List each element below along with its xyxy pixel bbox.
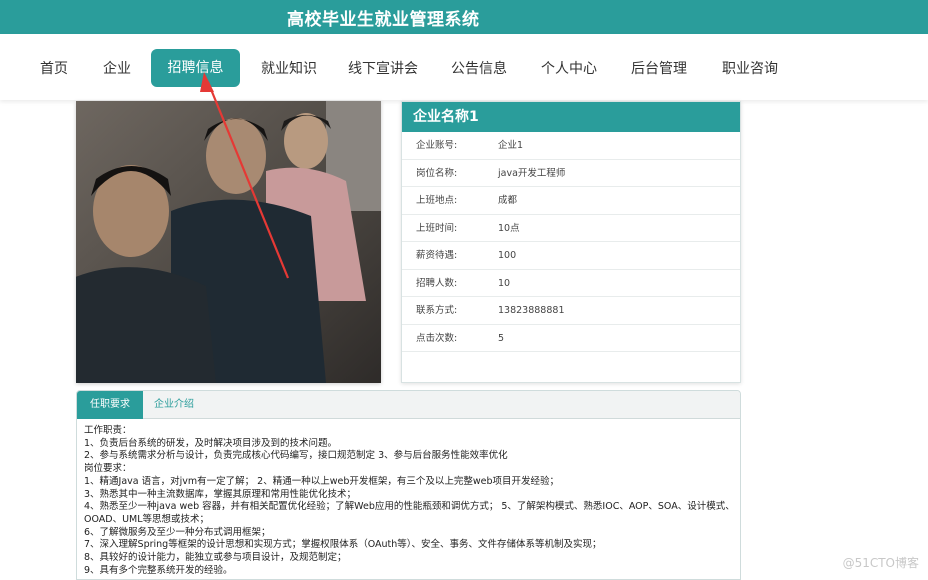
app-title: 高校毕业生就业管理系统 — [287, 10, 480, 30]
company-name: 企业名称1 — [402, 102, 740, 132]
requirement-line: OOAD、UML等思想或技术； — [84, 513, 210, 525]
nav-item-career-consulting[interactable]: 职业咨询 — [722, 58, 778, 78]
nav-item-offline-talk[interactable]: 线下宣讲会 — [348, 58, 418, 78]
requirements-content: 工作职责： 1、负责后台系统的研发，及时解决项目涉及到的技术问题。 2、参与系统… — [77, 419, 740, 579]
info-value: 10点 — [498, 222, 520, 234]
nav-item-employment-knowledge[interactable]: 就业知识 — [261, 58, 317, 78]
requirement-line: 3、熟悉其中一种主流数据库，掌握其原理和常用性能优化技术； — [84, 488, 357, 500]
info-value: 成都 — [498, 195, 518, 206]
info-row-clicks: 点击次数: 5 — [402, 325, 740, 352]
info-label: 上班地点: — [416, 195, 458, 206]
requirement-line: 6、了解微服务及至少一种分布式调用框架； — [84, 526, 271, 538]
tab-requirements[interactable]: 任职要求 — [77, 391, 143, 419]
info-row-account: 企业账号: 企业1 — [402, 132, 740, 160]
watermark: @51CTO博客 — [842, 556, 919, 570]
requirement-line: 1、负责后台系统的研发，及时解决项目涉及到的技术问题。 — [84, 437, 338, 449]
company-info-card: 企业名称1 企业账号: 企业1 岗位名称: java开发工程师 上班地点: 成都… — [401, 101, 741, 383]
info-label: 上班时间: — [416, 222, 458, 234]
info-label: 岗位名称: — [416, 167, 458, 179]
nav-item-home[interactable]: 首页 — [40, 58, 68, 78]
info-row-location: 上班地点: 成都 — [402, 187, 740, 215]
requirement-line: 1、精通Java 语言，对jvm有一定了解； 2、精通一种以上web开发框架，有… — [84, 475, 560, 487]
info-value: java开发工程师 — [498, 167, 566, 179]
info-value: 5 — [498, 332, 505, 344]
job-photo — [76, 101, 381, 383]
nav-item-announcement[interactable]: 公告信息 — [451, 58, 507, 78]
info-label: 企业账号: — [416, 140, 458, 151]
info-row-work-time: 上班时间: 10点 — [402, 215, 740, 242]
photo-illustration — [76, 101, 381, 383]
info-row-headcount: 招聘人数: 10 — [402, 270, 740, 297]
top-header: 高校毕业生就业管理系统 — [0, 0, 928, 34]
nav-item-personal-center[interactable]: 个人中心 — [541, 58, 597, 78]
info-row-salary: 薪资待遇: 100 — [402, 242, 740, 270]
tab-bar: 任职要求 企业介绍 — [77, 391, 740, 419]
requirement-line: 4、熟悉至少一种java web 容器，并有相关配置优化经验；了解Web应用的性… — [84, 501, 735, 513]
nav-item-recruitment[interactable]: 招聘信息 — [151, 49, 240, 87]
requirement-line: 9、具有多个完整系统开发的经验。 — [84, 564, 233, 576]
info-value: 100 — [498, 250, 517, 261]
requirement-line: 岗位要求： — [84, 463, 132, 475]
requirement-line: 2、参与系统需求分析与设计，负责完成核心代码编写，接口规范制定 3、参与后台服务… — [84, 450, 508, 462]
info-value: 企业1 — [498, 140, 524, 151]
info-value: 13823888881 — [498, 305, 565, 316]
requirement-line: 8、具较好的设计能力，能独立或参与项目设计，及规范制定； — [84, 552, 347, 564]
requirement-line: 工作职责： — [84, 425, 132, 436]
requirement-line: 7、深入理解Spring等框架的设计思想和实现方式；掌握权限体系（OAuth等）… — [84, 539, 602, 551]
detail-tabs-panel: 任职要求 企业介绍 工作职责： 1、负责后台系统的研发，及时解决项目涉及到的技术… — [76, 390, 741, 580]
main-nav: 首页 企业 招聘信息 就业知识 线下宣讲会 公告信息 个人中心 后台管理 职业咨… — [0, 34, 928, 100]
info-row-position: 岗位名称: java开发工程师 — [402, 160, 740, 187]
tab-company-intro[interactable]: 企业介绍 — [141, 391, 207, 419]
info-label: 薪资待遇: — [416, 250, 458, 261]
nav-item-admin[interactable]: 后台管理 — [631, 58, 687, 78]
info-value: 10 — [498, 277, 511, 289]
info-label: 点击次数: — [416, 332, 458, 344]
info-label: 招聘人数: — [416, 277, 458, 289]
info-row-contact: 联系方式: 13823888881 — [402, 297, 740, 325]
info-label: 联系方式: — [416, 305, 458, 316]
nav-item-company[interactable]: 企业 — [103, 58, 131, 78]
